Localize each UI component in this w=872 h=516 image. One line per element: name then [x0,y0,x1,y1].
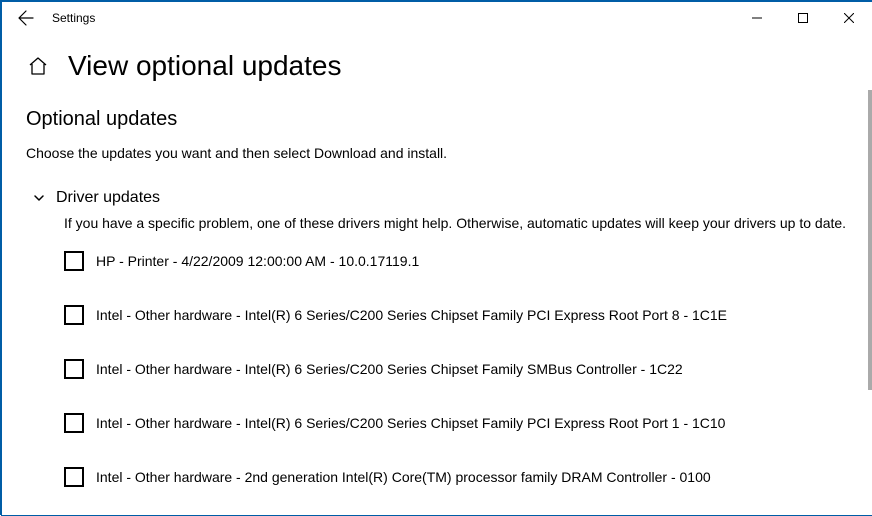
group-title: Driver updates [56,189,160,207]
update-item: HP - Printer - 4/22/2009 12:00:00 AM - 1… [64,251,848,271]
home-icon [28,56,48,76]
update-checkbox[interactable] [64,413,84,433]
app-title: Settings [46,11,95,25]
titlebar: Settings [2,2,872,34]
update-item: Intel - Other hardware - Intel(R) 6 Seri… [64,305,848,325]
update-checkbox[interactable] [64,305,84,325]
update-label: Intel - Other hardware - 2nd generation … [96,469,711,485]
update-checkbox[interactable] [64,359,84,379]
page-title: View optional updates [68,50,341,82]
update-checkbox[interactable] [64,467,84,487]
driver-updates-group-header[interactable]: Driver updates [32,189,848,207]
update-label: Intel - Other hardware - Intel(R) 6 Seri… [96,307,727,323]
maximize-button[interactable] [780,2,826,34]
update-list: HP - Printer - 4/22/2009 12:00:00 AM - 1… [64,251,848,487]
update-checkbox[interactable] [64,251,84,271]
back-button[interactable] [6,2,46,34]
update-label: HP - Printer - 4/22/2009 12:00:00 AM - 1… [96,253,419,269]
update-item: Intel - Other hardware - 2nd generation … [64,467,848,487]
window-controls [734,2,872,34]
section-description: Choose the updates you want and then sel… [26,145,848,161]
scrollbar[interactable] [868,90,872,390]
home-button[interactable] [26,54,50,78]
section-title: Optional updates [26,108,848,131]
chevron-down-icon [32,191,46,205]
update-label: Intel - Other hardware - Intel(R) 6 Seri… [96,361,683,377]
back-arrow-icon [18,10,34,26]
minimize-button[interactable] [734,2,780,34]
update-label: Intel - Other hardware - Intel(R) 6 Seri… [96,415,725,431]
update-item: Intel - Other hardware - Intel(R) 6 Seri… [64,413,848,433]
group-help-text: If you have a specific problem, one of t… [64,215,848,231]
content-area: Optional updates Choose the updates you … [2,90,872,513]
page-header: View optional updates [2,34,872,90]
maximize-icon [798,13,808,23]
close-icon [844,13,854,23]
close-button[interactable] [826,2,872,34]
update-item: Intel - Other hardware - Intel(R) 6 Seri… [64,359,848,379]
minimize-icon [752,13,762,23]
